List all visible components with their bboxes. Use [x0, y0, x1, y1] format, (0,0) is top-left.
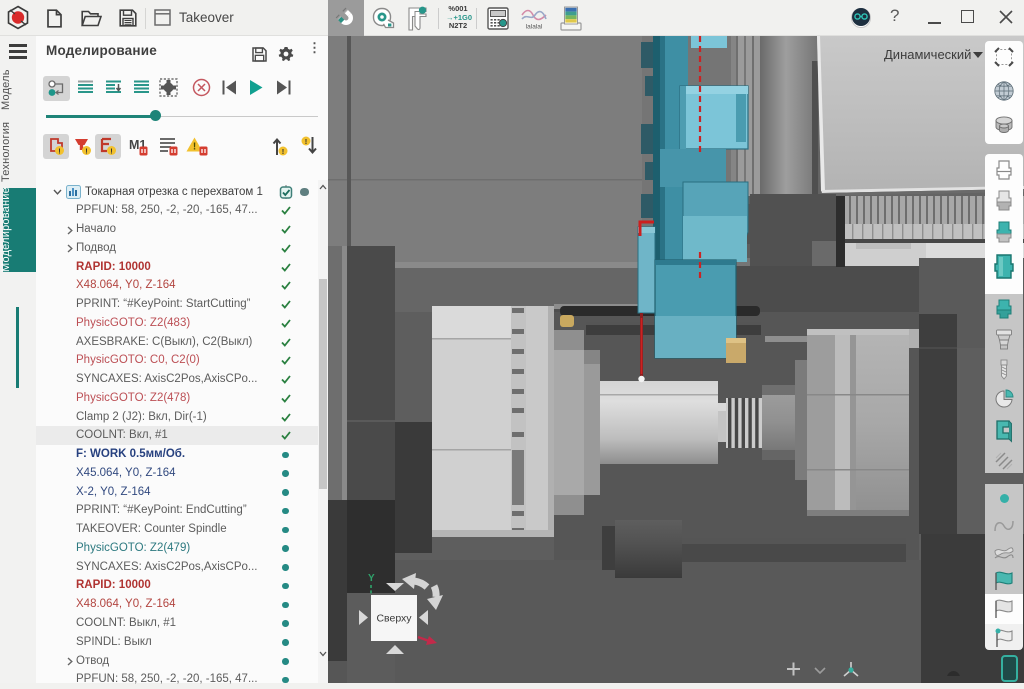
svg-text:!: ! — [305, 137, 308, 146]
svg-text:!: ! — [193, 142, 196, 153]
svg-text:!: ! — [58, 147, 61, 156]
svg-text:!: ! — [85, 147, 88, 156]
svg-text:Динамический: Динамический — [884, 47, 971, 62]
svg-text:!: ! — [110, 147, 113, 156]
svg-text:Y: Y — [368, 573, 375, 584]
svg-text:Сверху: Сверху — [376, 613, 412, 625]
svg-text:lalalal: lalalal — [526, 24, 543, 31]
svg-text:!: ! — [282, 147, 285, 156]
